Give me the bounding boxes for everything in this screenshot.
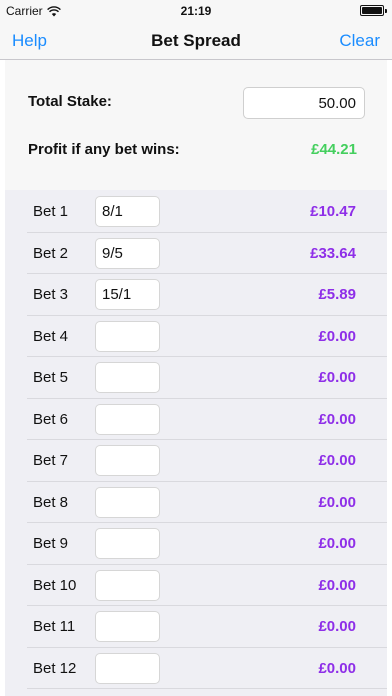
bet-row: Bet 10 £0.00 bbox=[5, 565, 387, 607]
bet-return-value: £0.00 bbox=[318, 618, 356, 635]
bet-row: Bet 3 £5.89 bbox=[5, 274, 387, 316]
main-content: Total Stake: Profit if any bet wins: £44… bbox=[5, 60, 387, 696]
bet-label: Bet 8 bbox=[33, 493, 69, 511]
bet-return-value: £0.00 bbox=[318, 493, 356, 511]
bet-odds-input[interactable] bbox=[95, 445, 160, 476]
bet-row: Bet 4 £0.00 bbox=[5, 316, 387, 358]
bet-row: Bet 6 £0.00 bbox=[5, 399, 387, 441]
total-stake-input[interactable] bbox=[243, 87, 365, 119]
bet-label: Bet 4 bbox=[33, 327, 69, 345]
bet-label: Bet 5 bbox=[33, 369, 69, 386]
bet-row: Bet 2 £33.64 bbox=[5, 233, 387, 275]
bet-label: Bet 7 bbox=[33, 452, 69, 469]
status-bar: Carrier 21:19 bbox=[0, 0, 392, 22]
battery-icon bbox=[360, 5, 387, 16]
summary-section: Total Stake: Profit if any bet wins: £44… bbox=[5, 60, 387, 190]
bet-row: Bet 1 £10.47 bbox=[5, 191, 387, 233]
clear-button[interactable]: Clear bbox=[339, 31, 380, 51]
bet-return-value: £0.00 bbox=[318, 327, 356, 345]
bet-return-value: £10.47 bbox=[310, 203, 356, 220]
bet-label: Bet 2 bbox=[33, 244, 69, 262]
status-time: 21:19 bbox=[180, 4, 212, 18]
bet-return-value: £0.00 bbox=[318, 535, 356, 552]
bet-odds-input[interactable] bbox=[95, 652, 160, 684]
bet-row: Bet 9 £0.00 bbox=[5, 523, 387, 565]
bet-list: Bet 1 £10.47 Bet 2 £33.64 Bet 3 £5.89 Bet 4 £0.… bbox=[5, 190, 387, 696]
bet-label: Bet 10 bbox=[33, 576, 77, 594]
bet-row: Bet 8 £0.00 bbox=[5, 482, 387, 524]
navigation-bar: Help Bet Spread Clear bbox=[0, 22, 392, 60]
bet-odds-input[interactable] bbox=[95, 569, 160, 601]
bet-odds-input[interactable] bbox=[95, 320, 160, 352]
bet-odds-input[interactable] bbox=[95, 279, 160, 310]
profit-label: Profit if any bet wins: bbox=[28, 141, 180, 158]
bet-label: Bet 6 bbox=[33, 410, 69, 428]
bet-label: Bet 9 bbox=[33, 535, 69, 552]
bet-row: Bet 12 £0.00 bbox=[5, 648, 387, 690]
bet-return-value: £5.89 bbox=[318, 286, 356, 303]
bet-return-value: £0.00 bbox=[318, 410, 356, 428]
bet-return-value: £0.00 bbox=[318, 576, 356, 594]
bet-row: Bet 11 £0.00 bbox=[5, 606, 387, 648]
bet-row: Bet 5 £0.00 bbox=[5, 357, 387, 399]
bet-return-value: £0.00 bbox=[318, 369, 356, 386]
bet-return-value: £0.00 bbox=[318, 452, 356, 469]
bet-odds-input[interactable] bbox=[95, 486, 160, 518]
bet-label: Bet 12 bbox=[33, 659, 77, 677]
total-stake-label: Total Stake: bbox=[28, 93, 112, 110]
bet-label: Bet 11 bbox=[33, 618, 76, 635]
page-title: Bet Spread bbox=[151, 31, 241, 50]
bet-return-value: £33.64 bbox=[310, 244, 356, 262]
bet-odds-input[interactable] bbox=[95, 528, 160, 559]
bet-odds-input[interactable] bbox=[95, 237, 160, 269]
bet-label: Bet 3 bbox=[33, 286, 69, 303]
bet-return-value: £0.00 bbox=[318, 659, 356, 677]
bet-row: Bet 7 £0.00 bbox=[5, 440, 387, 482]
bet-odds-input[interactable] bbox=[95, 403, 160, 435]
profit-value: £44.21 bbox=[311, 141, 357, 158]
bet-odds-input[interactable] bbox=[95, 611, 160, 642]
bet-odds-input[interactable] bbox=[95, 362, 160, 393]
bet-label: Bet 1 bbox=[33, 203, 69, 220]
bet-odds-input[interactable] bbox=[95, 196, 160, 227]
